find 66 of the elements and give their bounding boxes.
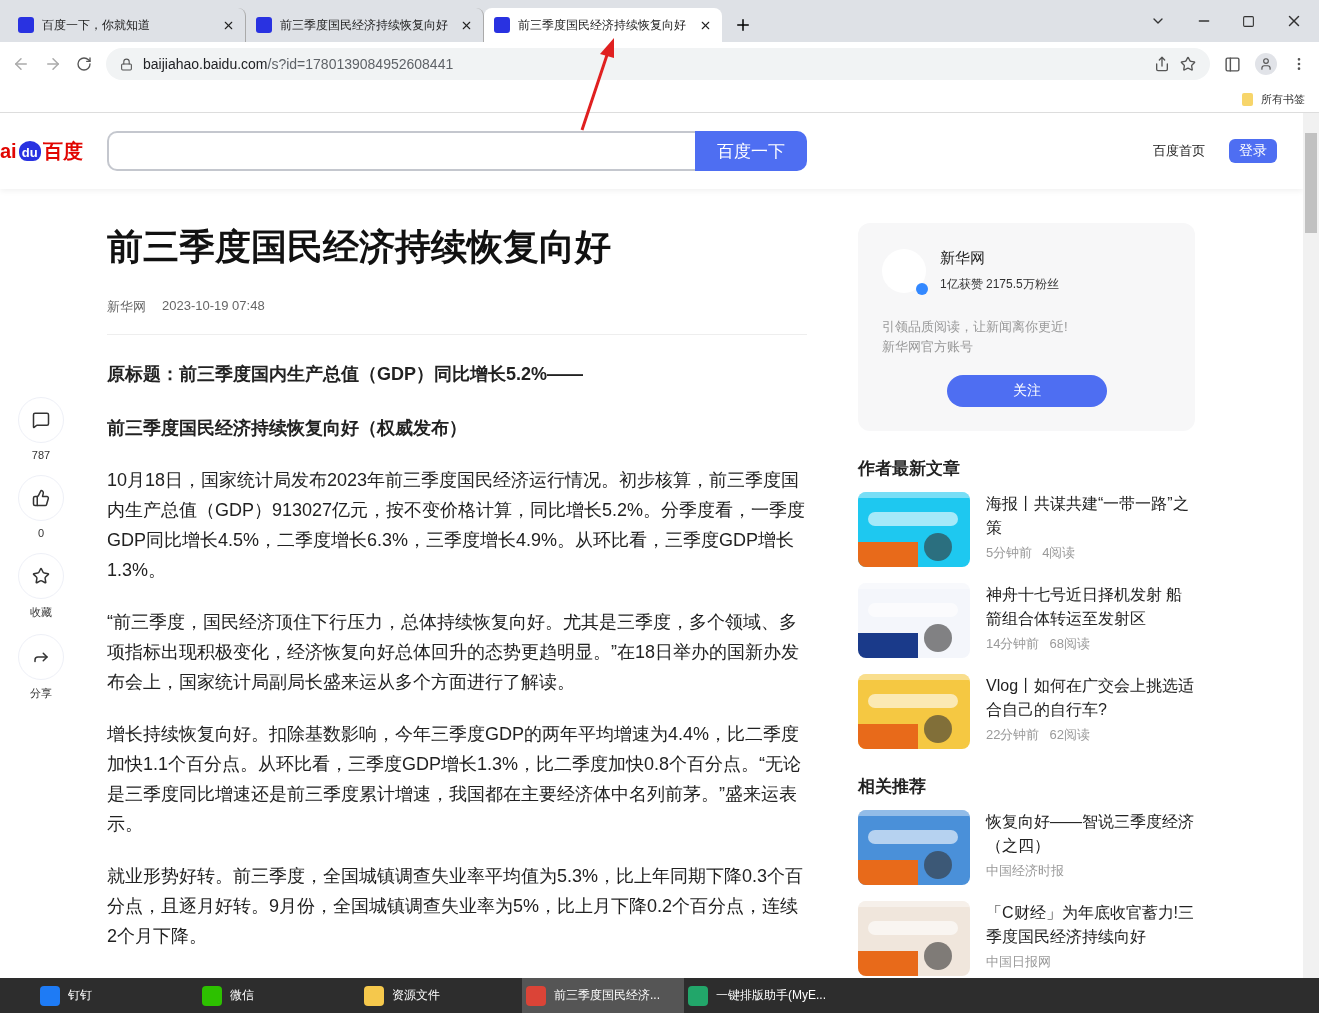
article-paragraph: “前三季度，国民经济顶住下行压力，总体持续恢复向好。尤其是三季度，多个领域、多项指标出现积极变化，经济恢复向好总体回升的态势更趋明显。”在18日举办的国新办发布会上，国家统计局副局长盛来运从多个方面进行了解读。 [107,611,800,694]
baidu-logo[interactable]: ai du 百度 [0,137,107,165]
article-title: 前三季度国民经济持续恢复向好 [107,225,612,269]
comment-button[interactable] [18,397,64,443]
star-icon [32,567,50,585]
author-bio: 引领品质阅读，让新闻离你更近! [882,318,1069,336]
search-field[interactable] [107,131,695,171]
action-label: 分享 [30,686,52,701]
article-paragraph: 就业形势好转。前三季度，全国城镇调查失业率平均值为5.3%，比上年同期下降0.3个百分点，且逐月好转。9月份，全国城镇调查失业率为5%，比上月下降0.2个百分点，连续2个月下降。 [107,865,805,948]
section-heading: 作者最新文章 [858,458,961,480]
address-bar[interactable]: baijiahao.baidu.com/s?id=1780139084952608441 [106,48,1210,80]
login-button[interactable]: 登录 [1229,139,1277,163]
thumbs-up-icon [32,489,50,507]
home-link[interactable]: 百度首页 [1153,142,1205,160]
action-label: 收藏 [30,605,52,620]
article-subheading: 前三季度国民经济持续恢复向好（权威发布） [107,417,468,440]
bookmark-folder[interactable]: 所有书签 [1261,91,1305,107]
taskbar-item[interactable]: 一键排版助手(MyE... [684,978,846,1013]
article-time: 5分钟前 [986,544,1033,562]
action-label: 0 [37,527,45,539]
section-heading: 相关推荐 [858,776,927,798]
share-button[interactable] [18,634,64,680]
taskbar-item[interactable]: 微信 [198,978,360,1013]
article-link[interactable]: 恢复向好——智说三季度经济（之四） [986,810,1195,858]
author-avatar[interactable] [882,249,926,293]
article-date: 2023-10-19 07:48 [162,298,265,315]
article-source[interactable]: 新华网 [107,298,146,316]
article-paragraph: 增长持续恢复向好。扣除基数影响，今年三季度GDP的两年平均增速为4.4%，比二季度加快1.1个百分点。从环比看，三季度GDP增长1.3%，比二季度加快0.8个百分点。“无论是三季度同比增速还是前三季度累计增速，我国都在主要经济体中名列前茅。”盛来运表示。 [107,723,803,836]
article-time: 22分钟前 [986,726,1040,744]
side-panel-icon[interactable] [1224,55,1241,73]
article-link[interactable]: 「C财经」为年底收官蓄力!三季度国民经济持续向好 [986,901,1195,949]
read-count: 68阅读 [1049,635,1090,653]
article-source: 中国经济时报 [986,862,1064,880]
read-count: 4阅读 [1042,544,1076,562]
browser-tab[interactable]: 前三季度国民经济持续恢复向好 [484,8,722,42]
follow-button[interactable]: 关注 [946,375,1107,407]
bookmark-star-icon[interactable] [1180,56,1196,72]
lock-icon [120,57,133,71]
article-subheading: 原标题：前三季度国内生产总值（GDP）同比增长5.2%—— [107,363,585,386]
article-time: 14分钟前 [986,635,1040,653]
article-source: 中国日报网 [986,953,1051,971]
new-tab-icon[interactable] [734,16,752,34]
browser-tab[interactable]: 前三季度国民经济持续恢复向好 [246,8,484,42]
url-text: baijiahao.baidu.com/s?id=1780139084952608441 [143,56,454,72]
comment-icon [32,411,50,429]
action-label: 787 [31,449,51,461]
taskbar-item[interactable]: 钉钉 [36,978,198,1013]
article-link[interactable]: 海报丨共谋共建“一带一路”之策 [986,492,1195,540]
read-count: 62阅读 [1049,726,1090,744]
taskbar-item[interactable]: 资源文件 [360,978,522,1013]
favorite-button[interactable] [18,553,64,599]
profile-icon[interactable] [1255,53,1277,75]
article-link[interactable]: 神舟十七号近日择机发射 船箭组合体转运至发射区 [986,583,1195,631]
maximize-icon[interactable] [1242,14,1255,28]
article-paragraph: 10月18日，国家统计局发布2023年前三季度国民经济运行情况。初步核算，前三季度国内生产总值（GDP）913027亿元，按不变价格计算，同比增长5.2%。分季度看，一季度GDP同比增长4.5%，二季度增长6.3%，三季度增长4.9%。从环比看，三季度GDP增长1.3%。 [107,469,807,582]
author-stats: 1亿获赞 2175.5万粉丝 [940,276,1059,293]
browser-tab[interactable]: 百度一下，你就知道 [8,8,246,42]
search-button[interactable]: 百度一下 [695,131,807,171]
share-icon[interactable] [1154,56,1170,72]
scrollbar-thumb[interactable] [1305,133,1317,233]
reload-icon[interactable] [76,56,92,72]
like-button[interactable] [18,475,64,521]
author-account: 新华网官方账号 [882,338,974,356]
taskbar-item[interactable]: 前三季度国民经济... [522,978,684,1013]
author-name[interactable]: 新华网 [940,249,1059,268]
article-link[interactable]: Vlog丨如何在广交会上挑选适合自己的自行车? [986,674,1195,722]
